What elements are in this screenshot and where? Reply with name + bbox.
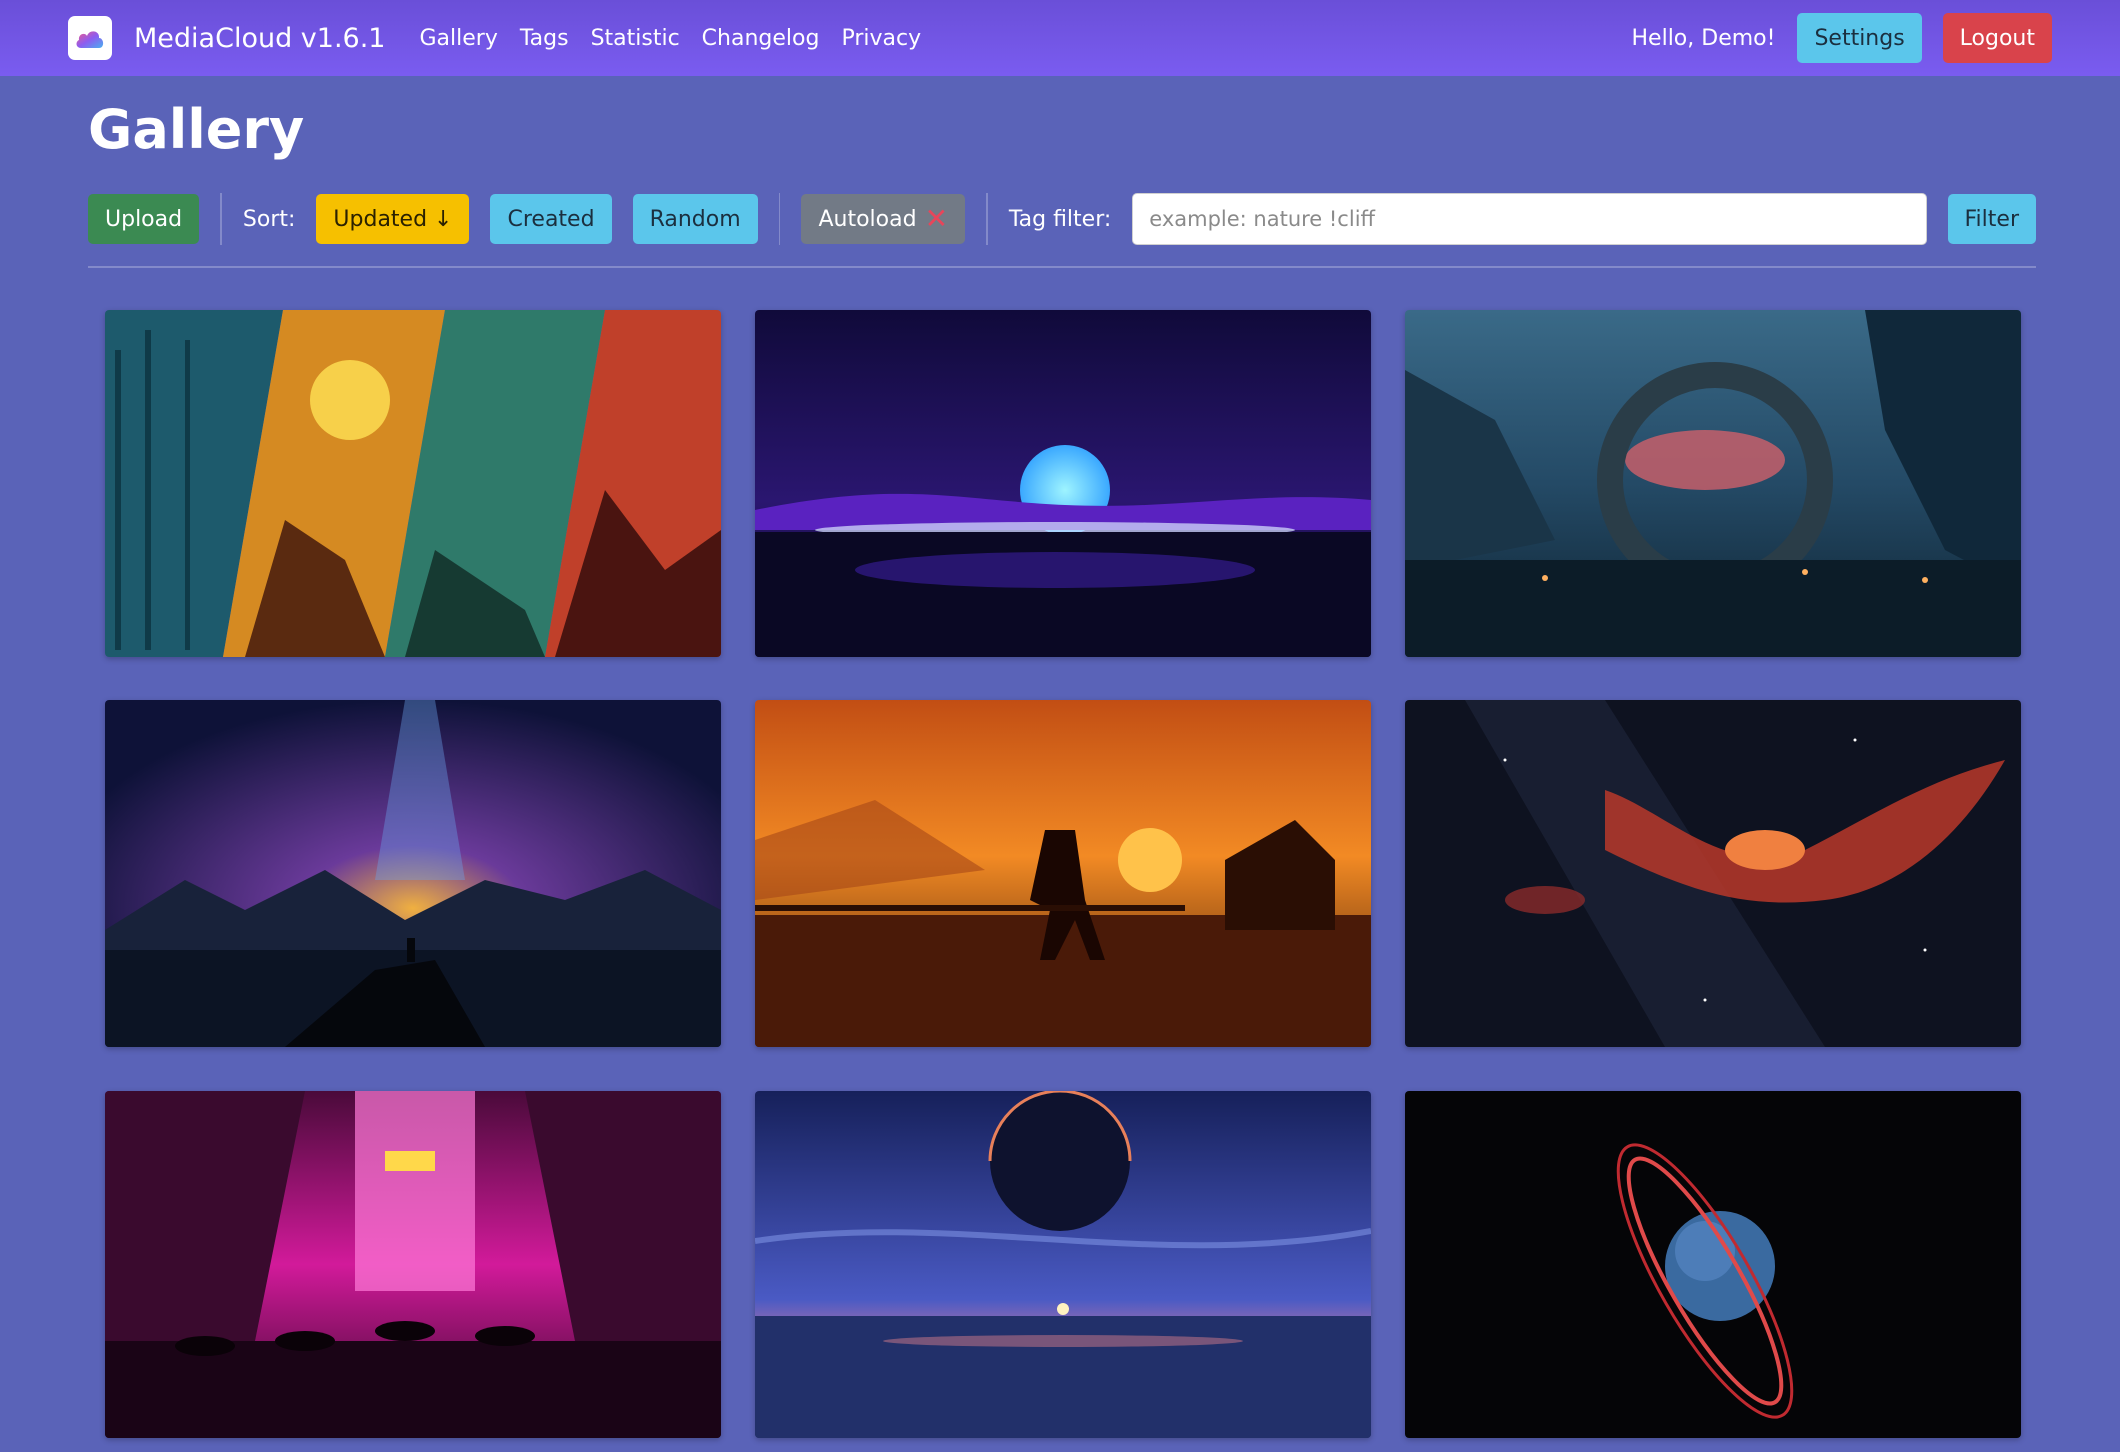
logout-button[interactable]: Logout — [1942, 13, 2052, 63]
gallery-thumbnail-synthwave-sun-island[interactable] — [755, 310, 1371, 657]
upload-button[interactable]: Upload — [88, 194, 200, 244]
user-greeting: Hello, Demo! — [1631, 25, 1776, 51]
tag-filter-input[interactable] — [1132, 193, 1927, 245]
x-icon: ✕ — [924, 202, 949, 235]
autoload-toggle-button[interactable]: Autoload ✕ — [801, 194, 966, 244]
settings-button[interactable]: Settings — [1797, 13, 1922, 63]
sort-updated-button[interactable]: Updated ↓ — [316, 194, 470, 244]
sort-created-button[interactable]: Created — [490, 194, 612, 244]
sort-random-button[interactable]: Random — [632, 194, 758, 244]
nav-link-tags[interactable]: Tags — [520, 26, 569, 51]
toolbar-divider — [220, 193, 222, 245]
filter-button[interactable]: Filter — [1947, 194, 2036, 244]
cloud-logo-icon[interactable] — [68, 16, 112, 60]
gallery-thumbnail-star-wars-panels[interactable] — [105, 310, 721, 657]
nav-link-privacy[interactable]: Privacy — [841, 26, 921, 51]
sort-label: Sort: — [242, 206, 296, 232]
tag-filter-label: Tag filter: — [1008, 206, 1112, 232]
gallery-thumbnail-stone-ring-portal-lake[interactable] — [1405, 310, 2021, 657]
gallery-toolbar: Upload Sort: Updated ↓ Created Random Au… — [88, 193, 2036, 245]
gallery-thumbnail-cowboy-sunset-ranch[interactable] — [755, 700, 1371, 1047]
brand-name[interactable]: MediaCloud v1.6.1 — [134, 23, 385, 54]
gallery-thumbnail-cosmic-sky-figure-cliff[interactable] — [105, 700, 721, 1047]
top-navbar: MediaCloud v1.6.1 Gallery Tags Statistic… — [0, 0, 2120, 76]
gallery-thumbnail-planet-ocean-sunset[interactable] — [755, 1091, 1371, 1438]
nav-link-changelog[interactable]: Changelog — [702, 26, 820, 51]
gallery-thumbnail-neon-city-rain-umbrellas[interactable] — [105, 1091, 721, 1438]
page-title: Gallery — [88, 98, 305, 161]
gallery-thumbnail-red-nebula-space[interactable] — [1405, 700, 2021, 1047]
nav-user-area: Hello, Demo! Settings Logout — [1631, 13, 2052, 63]
toolbar-divider — [778, 193, 781, 245]
nav-link-gallery[interactable]: Gallery — [419, 26, 497, 51]
toolbar-divider — [986, 193, 988, 245]
gallery-thumbnail-ringed-planet-dark[interactable] — [1405, 1091, 2021, 1438]
autoload-label: Autoload — [818, 206, 917, 232]
nav-link-statistic[interactable]: Statistic — [591, 26, 680, 51]
toolbar-divider-line — [88, 266, 2036, 268]
